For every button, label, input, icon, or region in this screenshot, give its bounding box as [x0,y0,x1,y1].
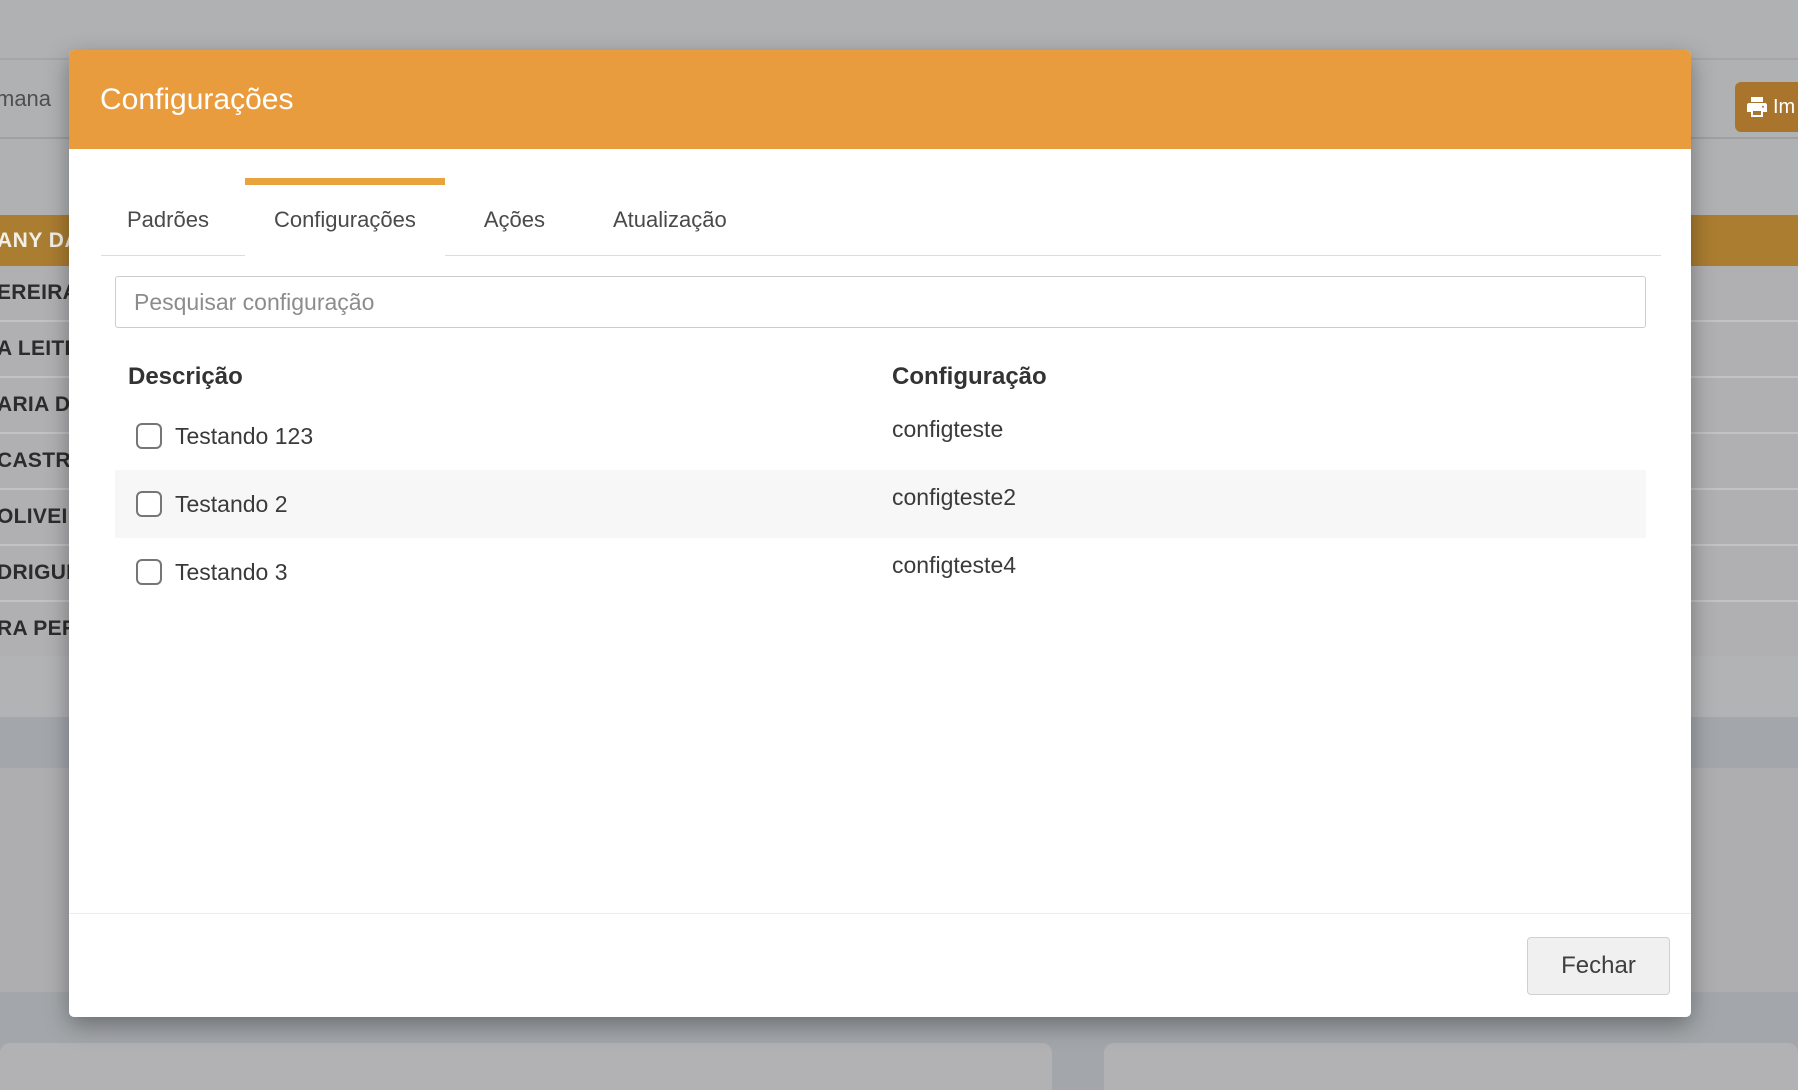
row-description: Testando 3 [175,559,288,586]
background-card [0,1043,1052,1090]
row-checkbox[interactable] [136,423,162,449]
screen: mana Im ANY DA EREIRA A LEITE ARIA D CAS… [0,0,1798,1090]
tab-acoes[interactable]: Ações [455,178,574,255]
tab-padroes[interactable]: Padrões [101,178,235,255]
table-row: Testando 123 configteste [115,402,1646,470]
tab-label: Configurações [274,207,416,233]
row-description: Testando 123 [175,423,313,450]
tab-label: Padrões [127,207,209,233]
column-header-configuracao: Configuração [877,363,1646,391]
modal-header: Configurações [69,50,1691,149]
tab-label: Ações [484,207,545,233]
column-header-descricao: Descrição [115,363,877,391]
print-button[interactable]: Im [1735,82,1798,132]
row-description: Testando 2 [175,491,288,518]
config-cell: configteste [877,402,1646,470]
config-cell: configteste4 [877,538,1646,606]
config-cell: configteste2 [877,470,1646,538]
description-cell: Testando 123 [115,402,877,470]
row-checkbox[interactable] [136,491,162,517]
background-partial-text: mana [0,60,51,137]
row-checkbox[interactable] [136,559,162,585]
modal-title: Configurações [100,50,293,149]
close-button[interactable]: Fechar [1527,937,1670,995]
background-row-text: EREIRA [0,266,78,320]
search-input[interactable] [115,276,1646,328]
tab-configuracoes[interactable]: Configurações [245,178,445,256]
modal-footer: Fechar [69,913,1691,1017]
description-cell: Testando 3 [115,538,877,606]
tab-bar: Padrões Configurações Ações Atualização [101,178,1661,256]
background-row-text: ARIA D [0,378,70,432]
tab-atualizacao[interactable]: Atualização [584,178,756,255]
background-row-text: RA PER [0,602,77,656]
table-header-row: Descrição Configuração [115,352,1646,402]
settings-modal: Configurações Padrões Configurações Açõe… [69,50,1691,1017]
description-cell: Testando 2 [115,470,877,538]
config-table: Descrição Configuração Testando 123 conf… [115,352,1646,606]
printer-icon [1745,95,1769,119]
table-row: Testando 2 configteste2 [115,470,1646,538]
tab-label: Atualização [613,207,727,233]
table-row: Testando 3 configteste4 [115,538,1646,606]
background-row-text: A LEITE [0,322,79,376]
print-button-label: Im [1773,96,1795,119]
background-card [1104,1043,1798,1090]
